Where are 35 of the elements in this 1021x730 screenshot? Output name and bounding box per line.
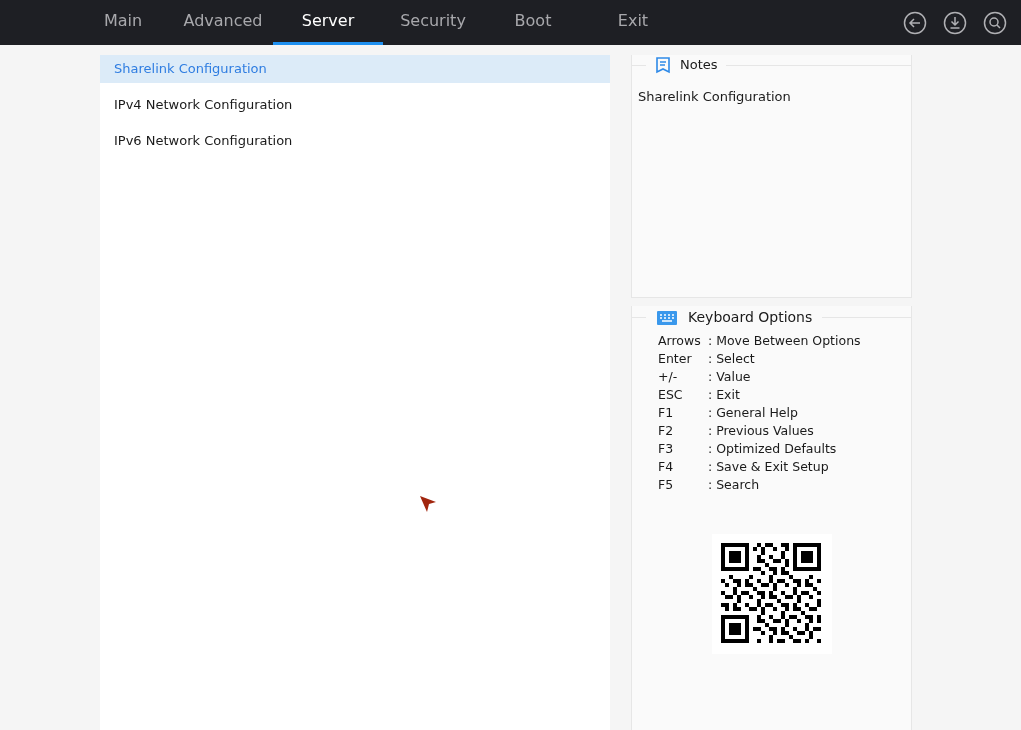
key-label: F5 xyxy=(658,476,675,494)
key-label: F4 xyxy=(658,458,675,476)
key-description: : Optimized Defaults xyxy=(708,440,837,458)
key-description: : Previous Values xyxy=(708,422,814,440)
mouse-cursor-icon xyxy=(419,495,437,513)
key-description: : Save & Exit Setup xyxy=(708,458,829,476)
notes-title: Notes xyxy=(680,56,718,75)
keyboard-options-title: Keyboard Options xyxy=(688,307,813,327)
key-label: +/- xyxy=(658,368,679,386)
key-label: ESC xyxy=(658,386,684,404)
menu-item[interactable]: IPv6 Network Configuration xyxy=(100,127,610,155)
menu-tab[interactable]: Boot xyxy=(483,0,583,45)
key-description: : Value xyxy=(708,368,751,386)
key-label: Arrows xyxy=(658,332,702,350)
notes-icon xyxy=(654,56,672,74)
key-label: Enter xyxy=(658,350,693,368)
key-description: : Move Between Options xyxy=(708,332,861,350)
menu-tab[interactable]: Exit xyxy=(583,0,683,45)
menu-tab[interactable]: Server xyxy=(273,0,383,45)
key-description: : Exit xyxy=(708,386,740,404)
back-icon[interactable] xyxy=(903,10,927,35)
menu-tab[interactable]: Main xyxy=(73,0,173,45)
menu-tab[interactable]: Security xyxy=(383,0,483,45)
key-description: : General Help xyxy=(708,404,798,422)
notes-text: Sharelink Configuration xyxy=(638,88,792,106)
key-label: F2 xyxy=(658,422,675,440)
key-label: F3 xyxy=(658,440,675,458)
menu-tab[interactable]: Advanced xyxy=(173,0,273,45)
key-description: : Search xyxy=(708,476,760,494)
download-icon[interactable] xyxy=(943,10,967,35)
menu-item[interactable]: IPv4 Network Configuration xyxy=(100,91,610,119)
menu-item[interactable]: Sharelink Configuration xyxy=(100,55,610,83)
key-description: : Select xyxy=(708,350,755,368)
search-icon[interactable] xyxy=(983,10,1007,35)
key-label: F1 xyxy=(658,404,675,422)
